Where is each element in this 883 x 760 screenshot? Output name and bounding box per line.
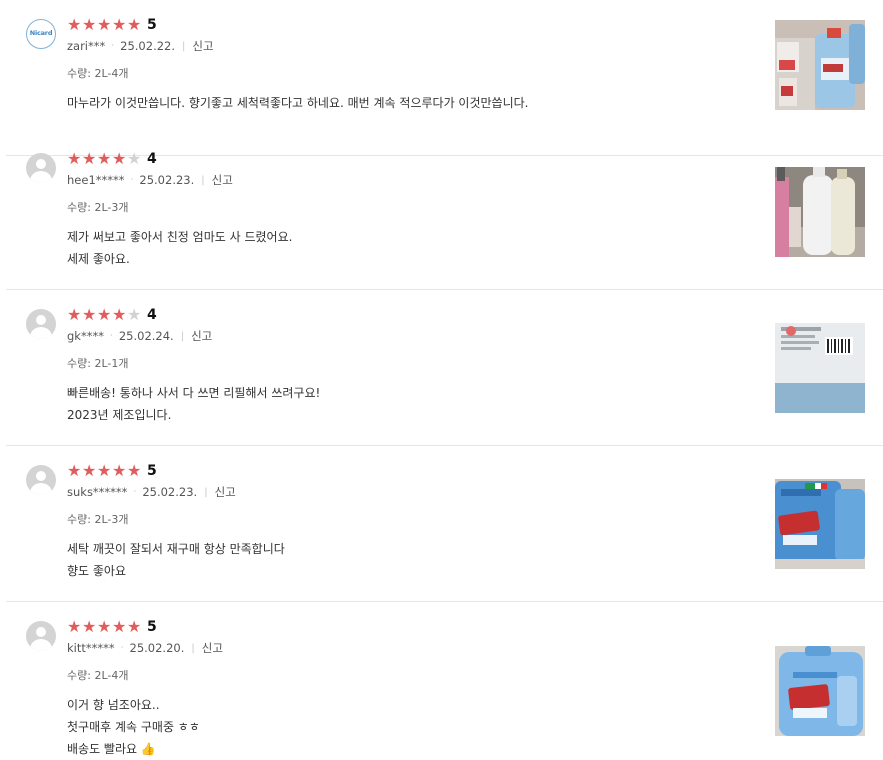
review-item: ★ ★ ★ ★ ★ 4 gk**** · 25.02.24. | 신고 수량: … [6, 290, 883, 446]
report-button[interactable]: 신고 [192, 38, 213, 54]
star-icon: ★ [97, 149, 112, 168]
user-avatar: Nicard [26, 19, 56, 49]
report-button[interactable]: 신고 [215, 484, 236, 500]
review-date: 25.02.20. [129, 641, 185, 655]
review-item: ★ ★ ★ ★ ★ 5 kitt***** · 25.02.20. | 신고 수… [6, 602, 883, 758]
review-date: 25.02.24. [118, 329, 174, 343]
review-date: 25.02.23. [139, 173, 195, 187]
rating-score: 5 [147, 463, 157, 479]
review-meta: suks****** · 25.02.23. | 신고 [67, 484, 236, 500]
review-meta: hee1***** · 25.02.23. | 신고 [67, 172, 233, 188]
star-rating: ★ ★ ★ ★ ★ 5 [67, 15, 157, 34]
purchase-option: 수량: 2L-4개 [67, 67, 129, 80]
reviewer-id: kitt***** [67, 641, 115, 655]
star-icon: ★ [112, 617, 127, 636]
rating-score: 4 [147, 307, 157, 323]
review-item: ★ ★ ★ ★ ★ 4 hee1***** · 25.02.23. | 신고 수… [6, 134, 883, 290]
report-button[interactable]: 신고 [191, 328, 212, 344]
purchase-option: 수량: 2L-3개 [67, 201, 129, 214]
star-rating: ★ ★ ★ ★ ★ 4 [67, 149, 157, 168]
star-icon: ★ [112, 305, 127, 324]
star-rating: ★ ★ ★ ★ ★ 5 [67, 461, 157, 480]
rating-score: 5 [147, 619, 157, 635]
review-meta: kitt***** · 25.02.20. | 신고 [67, 640, 223, 656]
star-rating: ★ ★ ★ ★ ★ 5 [67, 617, 157, 636]
reviewer-id: suks****** [67, 485, 128, 499]
star-icon: ★ [97, 461, 112, 480]
review-text: 이거 향 넘조아요.. 첫구매후 계속 구매중 ㅎㅎ 배송도 빨라요 👍 [67, 698, 200, 756]
review-meta: zari*** · 25.02.22. | 신고 [67, 38, 214, 54]
review-photo[interactable] [775, 479, 865, 569]
purchase-option: 수량: 2L-3개 [67, 513, 129, 526]
star-icon: ★ [67, 15, 82, 34]
star-icon: ★ [82, 15, 97, 34]
review-text: 빠른배송! 통하나 사서 다 쓰면 리필해서 쓰려구요! 2023년 제조입니다… [67, 386, 321, 422]
review-photo[interactable] [775, 20, 865, 110]
review-item: Nicard ★ ★ ★ ★ ★ 5 zari*** · 25.02.22. |… [6, 0, 883, 156]
review-photo[interactable] [775, 167, 865, 257]
review-item: ★ ★ ★ ★ ★ 5 suks****** · 25.02.23. | 신고 … [6, 446, 883, 602]
default-user-icon [26, 309, 56, 339]
review-date: 25.02.23. [142, 485, 198, 499]
star-icon: ★ [67, 149, 82, 168]
star-icon: ★ [97, 617, 112, 636]
star-icon: ★ [112, 461, 127, 480]
star-icon: ★ [82, 617, 97, 636]
star-icon: ★ [127, 305, 142, 324]
star-icon: ★ [112, 15, 127, 34]
star-icon: ★ [67, 461, 82, 480]
reviewer-id: hee1***** [67, 173, 125, 187]
star-icon: ★ [127, 149, 142, 168]
star-icon: ★ [67, 305, 82, 324]
report-button[interactable]: 신고 [202, 640, 223, 656]
review-meta: gk**** · 25.02.24. | 신고 [67, 328, 213, 344]
reviewer-id: gk**** [67, 329, 104, 343]
star-icon: ★ [127, 15, 142, 34]
star-icon: ★ [82, 461, 97, 480]
review-text: 제가 써보고 좋아서 친정 엄마도 사 드렸어요. 세제 좋아요. [67, 230, 293, 266]
default-user-icon [26, 465, 56, 495]
report-button[interactable]: 신고 [212, 172, 233, 188]
star-icon: ★ [97, 15, 112, 34]
review-photo[interactable] [775, 323, 865, 413]
review-date: 25.02.22. [120, 39, 176, 53]
star-icon: ★ [67, 617, 82, 636]
review-text: 마누라가 이것만씁니다. 향기좋고 세척력좋다고 하네요. 매번 계속 적으루다… [67, 96, 529, 110]
reviewer-id: zari*** [67, 39, 106, 53]
star-icon: ★ [82, 305, 97, 324]
star-icon: ★ [82, 149, 97, 168]
review-text: 세탁 깨끗이 잘되서 재구매 항상 만족합니다 향도 좋아요 [67, 542, 285, 578]
star-icon: ★ [127, 461, 142, 480]
default-user-icon [26, 621, 56, 651]
star-icon: ★ [127, 617, 142, 636]
star-rating: ★ ★ ★ ★ ★ 4 [67, 305, 157, 324]
rating-score: 4 [147, 151, 157, 167]
review-photo[interactable] [775, 646, 865, 736]
default-user-icon [26, 153, 56, 183]
purchase-option: 수량: 2L-4개 [67, 669, 129, 682]
star-icon: ★ [112, 149, 127, 168]
star-icon: ★ [97, 305, 112, 324]
purchase-option: 수량: 2L-1개 [67, 357, 129, 370]
rating-score: 5 [147, 17, 157, 33]
